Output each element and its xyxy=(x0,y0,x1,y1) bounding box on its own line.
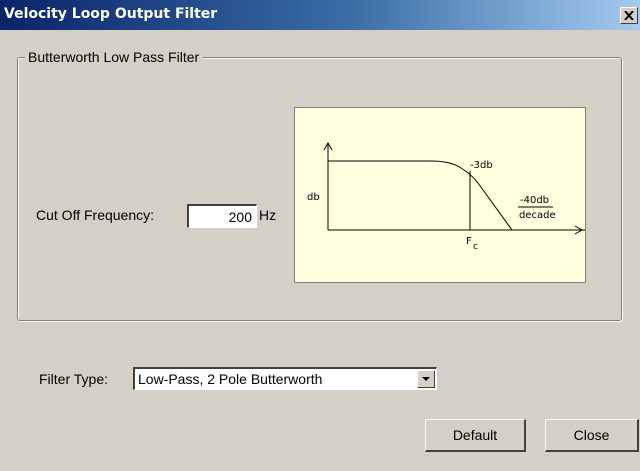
filter-type-dropdown-button[interactable] xyxy=(417,370,435,388)
diagram-fc-subscript: c xyxy=(473,242,478,252)
close-window-button[interactable] xyxy=(620,7,638,24)
diagram-slope-bottom: decade xyxy=(519,210,556,221)
diagram-fc-label: F xyxy=(466,236,472,247)
chevron-down-icon xyxy=(422,376,430,381)
filter-type-label: Filter Type: xyxy=(39,371,108,387)
diagram-slope-top: -40db xyxy=(520,195,549,206)
filter-response-graphic: db -3db -40db decade F c xyxy=(307,141,585,252)
default-button[interactable]: Default xyxy=(425,419,526,452)
close-button[interactable]: Close xyxy=(545,419,639,452)
cutoff-unit-label: Hz xyxy=(259,207,277,223)
cutoff-frequency-label: Cut Off Frequency: xyxy=(36,207,155,223)
close-icon xyxy=(624,11,634,20)
title-bar: Velocity Loop Output Filter xyxy=(0,0,640,30)
filter-type-select[interactable]: Low-Pass, 2 Pole Butterworth xyxy=(133,367,437,390)
filter-response-diagram: db -3db -40db decade F c xyxy=(294,107,586,283)
cutoff-frequency-input[interactable]: 200 xyxy=(187,204,257,228)
diagram-3db-label: -3db xyxy=(470,160,493,171)
diagram-db-label: db xyxy=(307,192,320,203)
window-title: Velocity Loop Output Filter xyxy=(4,6,218,22)
filter-type-selected-value: Low-Pass, 2 Pole Butterworth xyxy=(138,371,323,387)
groupbox-legend: Butterworth Low Pass Filter xyxy=(25,49,204,65)
